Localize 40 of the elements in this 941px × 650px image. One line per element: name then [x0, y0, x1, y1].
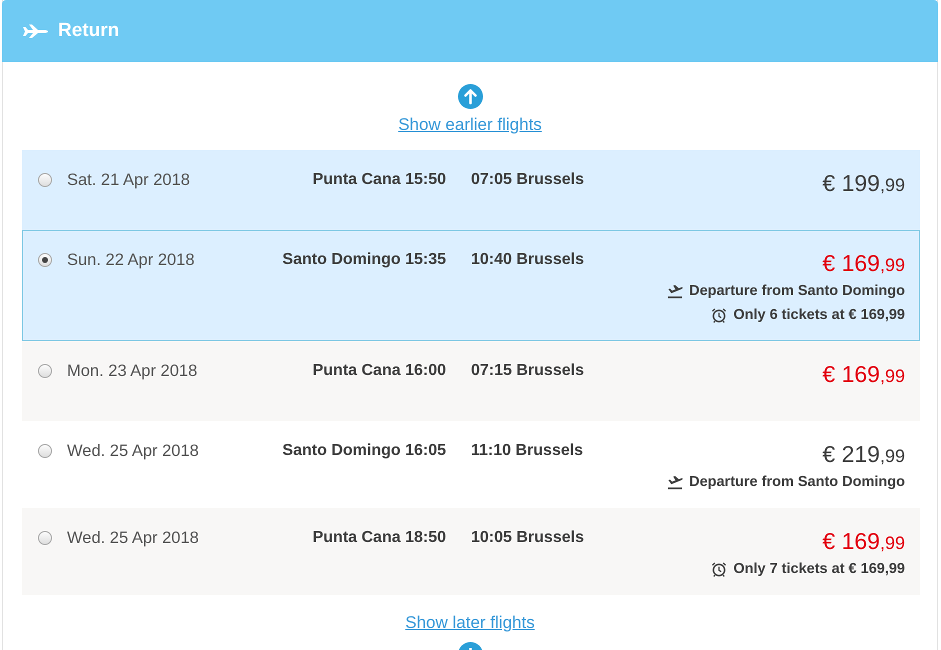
radio-button[interactable] — [38, 531, 52, 545]
flight-date: Wed. 25 Apr 2018 — [67, 441, 200, 462]
alarm-clock-icon — [711, 562, 728, 576]
departure-time: Punta Cana 15:50 — [312, 170, 446, 190]
section-title: Return — [58, 20, 120, 42]
flight-row[interactable]: Sun. 22 Apr 2018 Santo Domingo 15:35 10:40 Brussels € 169,99 Departure from Santo Domingo Only 6 tickets at € 169,99 — [22, 230, 920, 341]
takeoff-icon — [667, 284, 684, 298]
departure-time: Santo Domingo 16:05 — [281, 441, 446, 461]
departure-note: Departure from Santo Domingo — [689, 283, 905, 299]
price: € 169,99 — [822, 249, 905, 278]
departure-note: Departure from Santo Domingo — [689, 474, 905, 490]
down-arrow-icon[interactable] — [458, 642, 482, 650]
airplane-icon — [22, 24, 48, 38]
price: € 199,99 — [822, 169, 905, 198]
departure-time: Punta Cana 16:00 — [312, 361, 446, 381]
departure-time: Santo Domingo 15:35 — [281, 250, 446, 270]
flight-date: Sun. 22 Apr 2018 — [67, 250, 196, 271]
ticket-availability-note: Only 7 tickets at € 169,99 — [733, 561, 905, 577]
flight-date: Sat. 21 Apr 2018 — [67, 170, 191, 191]
flight-row[interactable]: Wed. 25 Apr 2018 Punta Cana 18:50 10:05 Brussels € 169,99 Only 7 tickets at € 169,99 — [22, 508, 920, 595]
flight-date: Mon. 23 Apr 2018 — [67, 361, 198, 382]
arrival-time: 07:15 Brussels — [471, 361, 585, 381]
flight-row[interactable]: Sat. 21 Apr 2018 Punta Cana 15:50 07:05 Brussels € 199,99 — [22, 150, 920, 230]
arrival-time: 10:40 Brussels — [471, 250, 585, 270]
radio-button[interactable] — [38, 444, 52, 458]
takeoff-icon — [667, 474, 684, 490]
departure-time: Punta Cana 18:50 — [312, 528, 446, 548]
radio-button[interactable] — [38, 173, 52, 187]
ticket-availability-note: Only 6 tickets at € 169,99 — [733, 307, 905, 323]
arrival-time: 10:05 Brussels — [471, 528, 585, 548]
flight-row[interactable]: Mon. 23 Apr 2018 Punta Cana 16:00 07:15 Brussels € 169,99 — [22, 341, 920, 421]
arrival-time: 11:10 Brussels — [471, 441, 584, 461]
radio-button[interactable] — [38, 364, 52, 378]
price: € 169,99 — [822, 360, 905, 389]
arrival-time: 07:05 Brussels — [471, 170, 585, 190]
flight-date: Wed. 25 Apr 2018 — [67, 528, 200, 549]
radio-button[interactable] — [38, 253, 52, 267]
price: € 219,99 — [822, 440, 905, 469]
price: € 169,99 — [822, 527, 905, 556]
alarm-clock-icon — [711, 308, 728, 322]
